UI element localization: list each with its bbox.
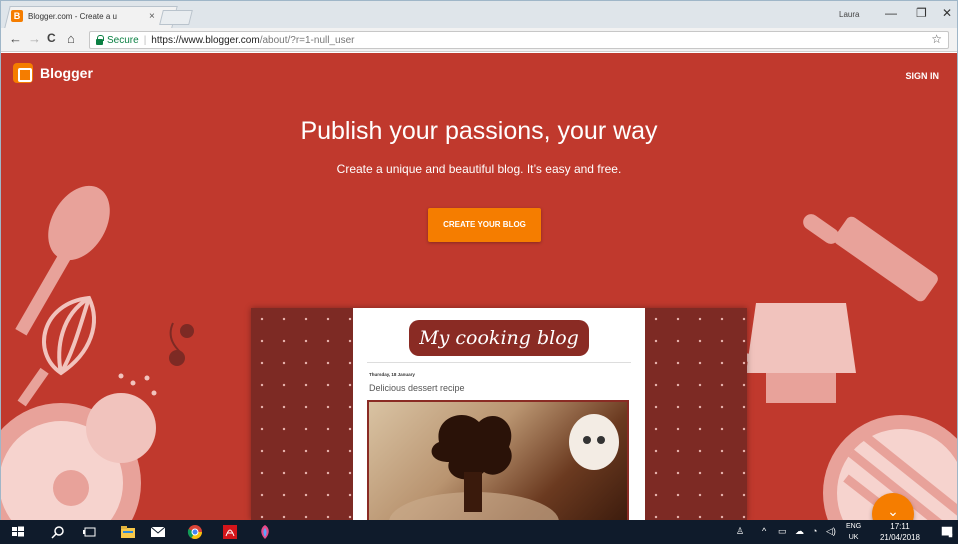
post-date: Thursday, 18 January — [369, 372, 415, 377]
sign-in-link[interactable]: SIGN IN — [905, 71, 939, 81]
reload-button[interactable]: C — [47, 31, 56, 45]
url-path: /about/?r=1-null_user — [259, 34, 355, 46]
show-hidden-icons[interactable]: ^ — [762, 526, 766, 536]
language-indicator[interactable]: ENG UK — [846, 521, 861, 543]
separator: | — [143, 34, 147, 46]
blogger-logo-icon — [13, 63, 33, 83]
file-explorer-icon[interactable] — [120, 524, 136, 540]
tab-title: Blogger.com - Create a u — [28, 11, 117, 21]
lock-icon — [96, 35, 104, 45]
new-tab-button[interactable] — [159, 10, 193, 25]
blogger-landing-page: Blogger SIGN IN Publish your passions, y… — [1, 53, 957, 520]
clock-date: 21/04/2018 — [879, 533, 921, 542]
volume-icon[interactable]: ◁) — [826, 526, 836, 537]
language-code: ENG — [846, 523, 862, 530]
action-center-icon[interactable] — [940, 524, 954, 540]
search-icon[interactable] — [50, 524, 66, 540]
mail-icon[interactable] — [150, 524, 166, 540]
dot-pattern-right — [645, 308, 747, 520]
back-button[interactable]: ← — [9, 31, 22, 46]
acrobat-icon[interactable] — [222, 524, 238, 540]
task-view-icon[interactable] — [82, 524, 98, 540]
bowl-icon — [1, 393, 156, 520]
taskbar: ♙ ^ ▭ ☁ ◔ ◁) ENG UK 17:11 21/04/2018 — [0, 520, 958, 544]
browser-toolbar: ← → C ⌂ Secure | https://www.blogger.com… — [1, 28, 957, 52]
taskbar-clock[interactable]: 17:11 21/04/2018 — [868, 521, 932, 543]
windows-start-icon[interactable] — [10, 524, 26, 540]
cherries-icon — [169, 322, 194, 366]
divider — [367, 362, 631, 363]
chrome-icon[interactable] — [187, 524, 203, 540]
whisk-handle — [17, 367, 49, 407]
dot-pattern-left — [251, 308, 353, 520]
battery-icon[interactable]: ▭ — [778, 526, 787, 537]
maximize-button[interactable]: ❐ — [916, 6, 927, 20]
dessert-image — [389, 414, 619, 520]
bookmark-star-icon[interactable]: ☆ — [931, 32, 942, 46]
blogger-favicon-icon: B — [11, 10, 23, 22]
tab-content: B Blogger.com - Create a u × — [11, 9, 161, 23]
blogger-brand[interactable]: Blogger — [13, 63, 93, 83]
clock-time: 17:11 — [890, 522, 910, 531]
spoon-icon — [15, 185, 110, 336]
tab-close-icon[interactable]: × — [149, 11, 155, 22]
language-region: UK — [848, 534, 859, 541]
home-button[interactable]: ⌂ — [67, 31, 75, 46]
secure-label: Secure — [107, 34, 139, 46]
browser-window: B Blogger.com - Create a u × Laura — ❐ ✕… — [0, 0, 958, 520]
forward-button[interactable]: → — [28, 31, 41, 46]
cloud-icon[interactable]: ☁ — [795, 526, 804, 537]
title-bar: B Blogger.com - Create a u × Laura — ❐ ✕ — [1, 1, 957, 28]
paint-3d-icon[interactable] — [257, 524, 273, 540]
sprinkles — [118, 373, 157, 396]
create-blog-button[interactable]: CREATE YOUR BLOG — [428, 208, 541, 242]
dessert-photo — [367, 400, 629, 520]
url-host: https://www.blogger.com — [151, 34, 260, 46]
hero-subtitle: Create a unique and beautiful blog. It’s… — [336, 162, 622, 176]
brand-name: Blogger — [40, 65, 93, 81]
blog-preview: My cooking blog Thursday, 18 January Del… — [251, 308, 747, 520]
blog-page: My cooking blog Thursday, 18 January Del… — [353, 308, 645, 520]
network-icon[interactable]: ◔ — [812, 526, 817, 536]
close-button[interactable]: ✕ — [942, 6, 952, 20]
minimize-button[interactable]: — — [885, 6, 897, 20]
whisk-icon — [42, 295, 96, 376]
profile-name[interactable]: Laura — [839, 10, 859, 19]
post-title: Delicious dessert recipe — [369, 383, 465, 393]
blog-title: My cooking blog — [409, 320, 589, 356]
hero-title: Publish your passions, your way — [300, 117, 658, 145]
rolling-pin-icon — [803, 214, 938, 302]
address-bar[interactable]: Secure | https://www.blogger.com /about/… — [89, 31, 949, 49]
people-icon[interactable]: ♙ — [736, 526, 744, 537]
